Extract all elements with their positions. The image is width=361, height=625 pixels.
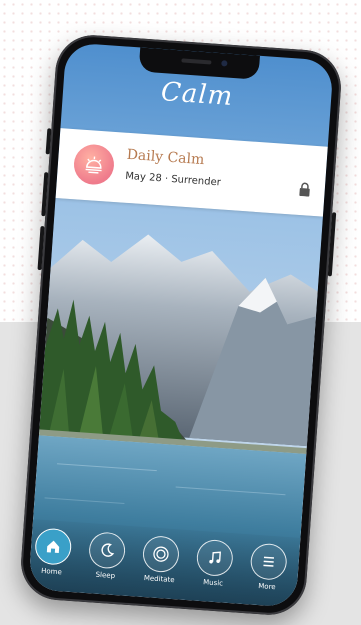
tab-label-sleep: Sleep bbox=[95, 570, 116, 581]
moon-icon bbox=[87, 531, 127, 570]
front-camera bbox=[221, 60, 228, 67]
daily-calm-subtitle: May 28 · Surrender bbox=[124, 170, 222, 189]
phone-device: Calm Daily Calm May 28 · Surrender Home … bbox=[18, 32, 344, 618]
speaker-grille bbox=[181, 58, 212, 65]
lock-icon bbox=[298, 181, 311, 201]
tab-sleep[interactable]: Sleep bbox=[85, 531, 128, 581]
tab-home[interactable]: Home bbox=[31, 527, 74, 577]
tab-label-music: Music bbox=[202, 578, 224, 588]
daily-calm-title: Daily Calm bbox=[126, 146, 205, 169]
tab-more[interactable]: More bbox=[247, 542, 290, 592]
tab-music[interactable]: Music bbox=[193, 538, 236, 589]
home-icon bbox=[34, 527, 73, 566]
meditate-icon bbox=[141, 534, 181, 574]
calm-logo: Calm bbox=[159, 77, 235, 113]
menu-icon bbox=[249, 542, 288, 581]
sun-icon bbox=[72, 143, 116, 186]
tab-label-meditate: Meditate bbox=[143, 574, 175, 585]
tab-label-home: Home bbox=[40, 566, 63, 577]
music-note-icon bbox=[195, 538, 235, 578]
tab-label-more: More bbox=[258, 582, 276, 592]
tab-meditate[interactable]: Meditate bbox=[139, 534, 182, 585]
app-screen: Calm Daily Calm May 28 · Surrender Home … bbox=[28, 42, 334, 608]
